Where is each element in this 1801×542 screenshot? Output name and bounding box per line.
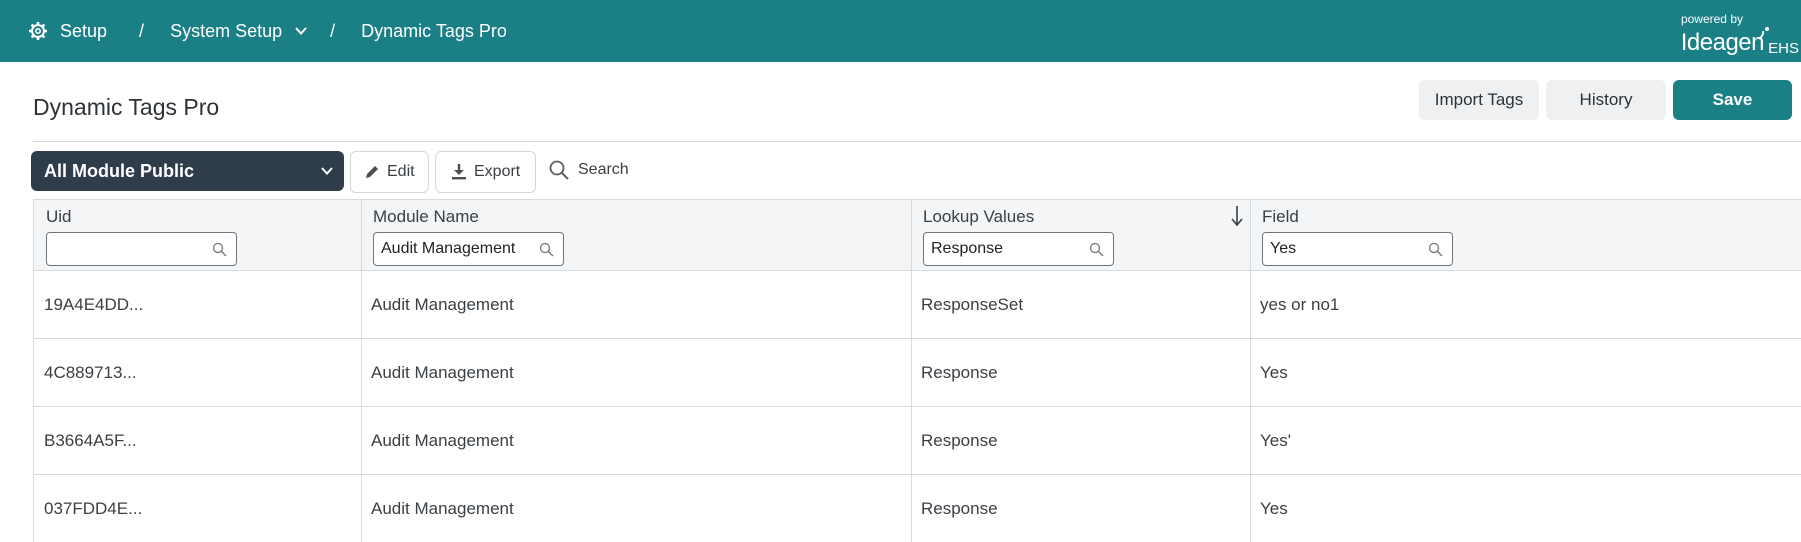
column-module-name[interactable]: Module Name Audit Management — [361, 200, 911, 272]
module-name-filter-input[interactable]: Audit Management — [373, 232, 564, 266]
cell-uid: B3664A5F... — [44, 431, 137, 450]
top-bar: Setup / System Setup / Dynamic Tags Pro … — [0, 0, 1801, 62]
search-icon — [212, 242, 227, 257]
filter-value: Response — [931, 240, 1004, 257]
column-header-label: Uid — [46, 207, 72, 226]
brand-powered-by: powered by — [1680, 12, 1743, 26]
cell-uid: 4C889713... — [44, 363, 137, 382]
brand-logo: powered by Ideagen EHS — [1661, 10, 1801, 57]
cell-field: Yes — [1260, 499, 1288, 518]
column-header-label: Module Name — [373, 207, 479, 226]
breadcrumb-separator: / — [330, 20, 336, 41]
page-title: Dynamic Tags Pro — [33, 94, 220, 120]
data-table: Uid Module Name Audit Management Lookup … — [33, 199, 1801, 542]
breadcrumb: Setup / System Setup / Dynamic Tags Pro — [28, 0, 507, 62]
cell-module-name: Audit Management — [371, 295, 514, 314]
export-button[interactable]: Export — [435, 151, 536, 193]
divider — [33, 141, 1801, 142]
chevron-down-icon[interactable] — [294, 24, 308, 38]
search-icon — [1428, 242, 1443, 257]
search-label: Search — [578, 161, 629, 178]
import-tags-button[interactable]: Import Tags — [1419, 80, 1539, 120]
breadcrumb-current: Dynamic Tags Pro — [361, 21, 507, 42]
filter-value: Yes — [1270, 240, 1297, 257]
edit-label: Edit — [387, 163, 415, 180]
edit-button[interactable]: Edit — [350, 151, 429, 193]
cell-lookup-values: ResponseSet — [921, 295, 1024, 314]
module-select-value: All Module Public — [44, 160, 195, 181]
cell-lookup-values: Response — [921, 363, 998, 382]
cell-module-name: Audit Management — [371, 431, 514, 450]
field-filter-input[interactable]: Yes — [1262, 232, 1453, 266]
search-button[interactable]: Search — [548, 156, 629, 184]
pencil-icon — [366, 166, 378, 178]
table-row[interactable]: 037FDD4E... Audit Management Response Ye… — [34, 475, 1801, 542]
uid-filter-input[interactable] — [46, 232, 237, 266]
cell-field: Yes' — [1260, 431, 1291, 450]
cell-lookup-values: Response — [921, 499, 998, 518]
cell-field: Yes — [1260, 363, 1288, 382]
breadcrumb-separator: / — [139, 20, 145, 41]
download-icon — [452, 164, 466, 180]
cell-module-name: Audit Management — [371, 499, 514, 518]
search-icon — [549, 160, 569, 180]
column-header-label: Lookup Values — [923, 207, 1035, 226]
chevron-down-icon — [321, 167, 333, 175]
breadcrumb-setup-label: Setup — [60, 20, 108, 41]
breadcrumb-system-setup[interactable]: System Setup — [170, 21, 308, 42]
module-select[interactable]: All Module Public — [31, 151, 344, 191]
column-lookup-values[interactable]: Lookup Values Response — [911, 200, 1250, 272]
table-row[interactable]: 4C889713... Audit Management Response Ye… — [34, 339, 1801, 407]
history-button[interactable]: History — [1546, 80, 1666, 120]
breadcrumb-current-label: Dynamic Tags Pro — [361, 20, 507, 41]
column-divider — [361, 199, 362, 542]
cell-uid: 19A4E4DD... — [44, 295, 144, 314]
sort-down-icon[interactable] — [1230, 204, 1244, 228]
breadcrumb-setup[interactable]: Setup — [28, 21, 107, 42]
table-row[interactable]: B3664A5F... Audit Management Response Ye… — [34, 407, 1801, 475]
cell-uid: 037FDD4E... — [44, 499, 143, 518]
filter-value: Audit Management — [381, 240, 516, 257]
cell-lookup-values: Response — [921, 431, 998, 450]
column-uid[interactable]: Uid — [34, 200, 361, 272]
cell-field: yes or no1 — [1260, 295, 1340, 314]
brand-name: Ideagen — [1680, 29, 1765, 56]
column-header-label: Field — [1262, 207, 1299, 226]
cell-module-name: Audit Management — [371, 363, 514, 382]
brand-suffix: EHS — [1768, 40, 1799, 57]
column-divider — [1250, 199, 1251, 542]
table-header: Uid Module Name Audit Management Lookup … — [34, 199, 1801, 271]
lookup-values-filter-input[interactable]: Response — [923, 232, 1114, 266]
export-label: Export — [474, 163, 521, 180]
search-icon — [1089, 242, 1104, 257]
save-button[interactable]: Save — [1673, 80, 1792, 120]
search-icon — [539, 242, 554, 257]
column-divider — [911, 199, 912, 542]
table-row[interactable]: 19A4E4DD... Audit Management ResponseSet… — [34, 271, 1801, 339]
gear-icon — [29, 22, 47, 40]
column-field[interactable]: Field Yes — [1250, 200, 1801, 272]
breadcrumb-system-setup-label: System Setup — [170, 20, 283, 41]
brand-mark-icon — [1758, 27, 1769, 40]
